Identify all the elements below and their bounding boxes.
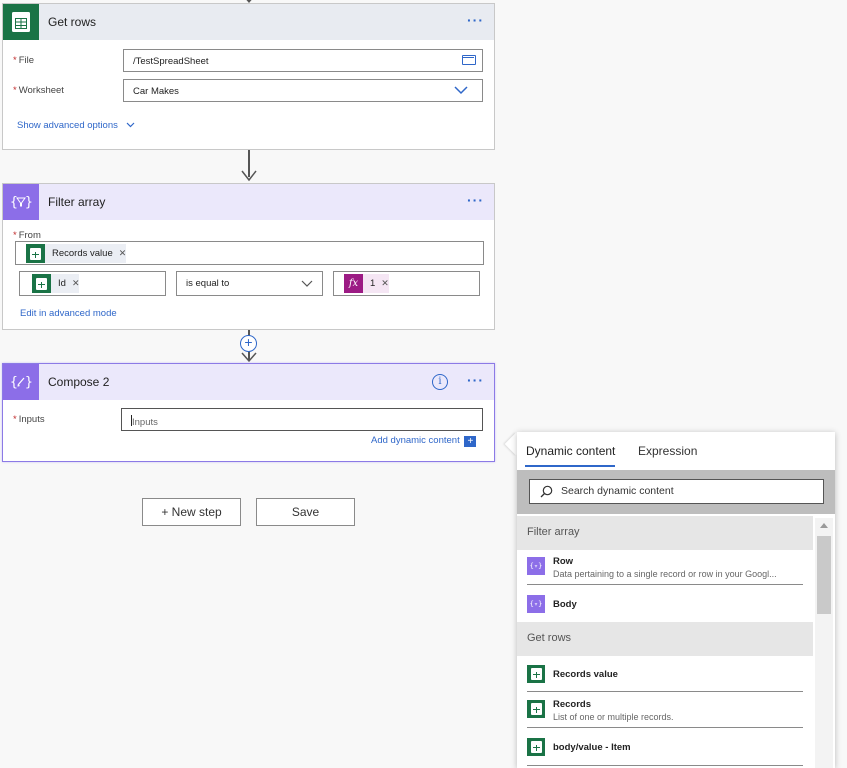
worksheet-label: * Worksheet: [13, 85, 64, 96]
id-token[interactable]: Id ✕: [32, 274, 80, 293]
item-description: List of one or multiple records.: [553, 712, 674, 722]
get-rows-card: Get rows ··· * File /TestSpreadSheet * Wor…: [2, 3, 495, 150]
remove-token-icon[interactable]: ✕: [381, 278, 389, 289]
google-sheets-icon: [32, 274, 51, 293]
google-sheets-icon: [3, 4, 39, 40]
chevron-down-icon[interactable]: [454, 86, 468, 95]
connector-arrow: [241, 352, 257, 363]
tab-expression[interactable]: Expression: [638, 444, 697, 458]
condition-right-field[interactable]: fx 1 ✕: [333, 271, 480, 296]
condition-left-field[interactable]: Id ✕: [19, 271, 166, 296]
chevron-down-icon: [126, 122, 134, 128]
google-sheets-icon: [527, 738, 545, 756]
svg-text:}: }: [25, 375, 32, 390]
google-sheets-icon: [527, 700, 545, 718]
inputs-label: * Inputs: [13, 414, 45, 425]
divider: [527, 584, 803, 585]
scroll-up-icon[interactable]: [819, 522, 829, 529]
filter-array-header[interactable]: { } Filter array ···: [3, 184, 494, 220]
dynamic-item-body[interactable]: {▿} Body: [527, 595, 803, 615]
svg-text:{: {: [10, 195, 18, 210]
compose-2-card: { } Compose 2 i ··· *Inputs Inputs Add d…: [2, 363, 495, 462]
save-button[interactable]: Save: [256, 498, 355, 526]
section-header-filter-array: Filter array: [517, 516, 813, 550]
dynamic-item-records-value[interactable]: Records value: [527, 665, 803, 685]
active-tab-indicator: [525, 465, 615, 467]
edit-in-advanced-mode-link[interactable]: Edit in advanced mode: [20, 308, 117, 319]
add-dynamic-content-link[interactable]: Add dynamic content +: [371, 435, 477, 447]
divider: [527, 765, 803, 766]
compose-2-header[interactable]: { } Compose 2 i ···: [3, 364, 494, 400]
google-sheets-icon: [527, 665, 545, 683]
remove-token-icon[interactable]: ✕: [119, 248, 127, 259]
dynamic-item-body-value-item[interactable]: body/value - Item: [527, 738, 803, 758]
tab-dynamic-content[interactable]: Dynamic content: [526, 444, 615, 458]
new-step-button[interactable]: + New step: [142, 498, 241, 526]
more-options-icon[interactable]: ···: [467, 12, 484, 28]
more-options-icon[interactable]: ···: [467, 192, 484, 208]
section-header-get-rows: Get rows: [517, 622, 813, 656]
dynamic-item-row[interactable]: {▿} Row Data pertaining to a single reco…: [527, 556, 803, 587]
google-sheets-icon: [26, 244, 45, 263]
divider: [527, 727, 803, 728]
divider: [527, 691, 803, 692]
filter-array-card: { } Filter array ··· *From Records value…: [2, 183, 495, 330]
card-title: Compose 2: [48, 375, 110, 389]
worksheet-select[interactable]: Car Makes: [123, 79, 483, 102]
item-description: Data pertaining to a single record or ro…: [553, 569, 777, 579]
filter-array-icon: { }: [3, 184, 39, 220]
expression-token[interactable]: fx 1 ✕: [344, 274, 389, 293]
search-input[interactable]: Search dynamic content: [529, 479, 824, 504]
folder-icon[interactable]: [462, 55, 476, 65]
compose-icon: { }: [3, 364, 39, 400]
fx-icon: fx: [344, 274, 363, 293]
scrollbar-thumb[interactable]: [817, 536, 831, 614]
card-title: Filter array: [48, 195, 106, 209]
svg-text:{: {: [10, 375, 18, 390]
inputs-field[interactable]: Inputs: [121, 408, 483, 431]
item-title: Body: [553, 599, 577, 610]
card-title: Get rows: [48, 15, 97, 29]
item-title: Records value: [553, 669, 618, 680]
add-icon: +: [464, 436, 477, 447]
item-title: body/value - Item: [553, 742, 631, 753]
get-rows-header[interactable]: Get rows ···: [3, 4, 494, 40]
dynamic-content-panel: Dynamic content Expression Search dynami…: [517, 432, 835, 768]
from-field[interactable]: Records value ✕: [15, 241, 484, 265]
chevron-down-icon[interactable]: [301, 280, 313, 288]
from-label: * From: [13, 230, 41, 241]
insert-step-plus-icon[interactable]: +: [240, 335, 257, 352]
item-title: Records: [553, 699, 592, 710]
dynamic-item-records[interactable]: Records List of one or multiple records.: [527, 699, 803, 730]
filter-array-icon: {▿}: [527, 557, 545, 575]
show-advanced-options-link[interactable]: Show advanced options: [17, 120, 135, 131]
filter-array-icon: {▿}: [527, 595, 545, 613]
file-field[interactable]: /TestSpreadSheet: [123, 49, 483, 72]
file-label: * File: [13, 55, 35, 66]
svg-text:}: }: [25, 195, 32, 210]
search-icon: [540, 485, 553, 498]
more-options-icon[interactable]: ···: [467, 372, 484, 388]
info-icon[interactable]: i: [432, 374, 448, 390]
records-value-token[interactable]: Records value ✕: [26, 244, 127, 263]
remove-token-icon[interactable]: ✕: [72, 278, 80, 289]
item-title: Row: [553, 556, 574, 567]
connector-arrow: [241, 170, 257, 182]
